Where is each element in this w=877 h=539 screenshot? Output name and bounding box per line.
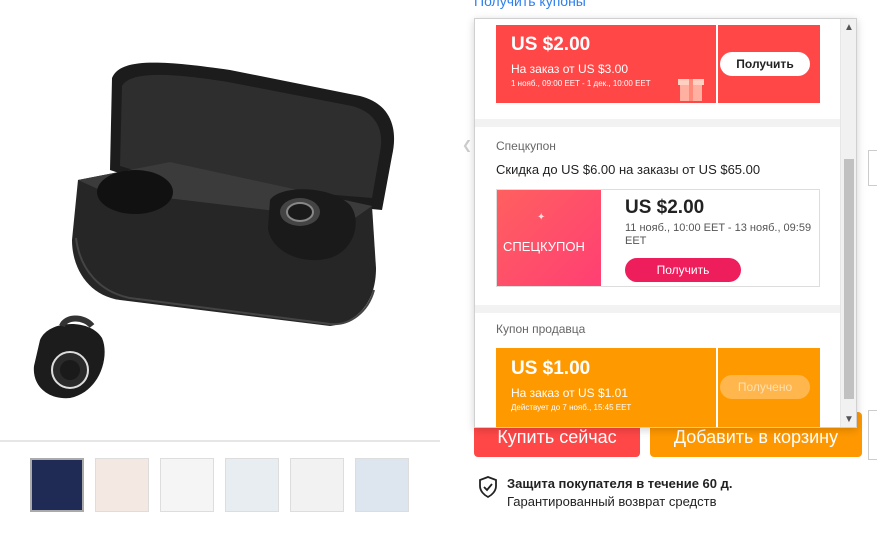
- section-separator: [475, 305, 841, 313]
- seller-coupon-amount: US $1.00: [511, 358, 591, 379]
- gallery-divider: [0, 440, 440, 442]
- scroll-down-icon[interactable]: ▼: [841, 413, 856, 427]
- product-main-image[interactable]: [0, 0, 440, 440]
- coupon-amount: US $2.00: [511, 34, 591, 55]
- thumbnail[interactable]: [290, 458, 344, 512]
- get-special-coupon-button[interactable]: Получить: [625, 258, 741, 282]
- special-coupon-amount: US $2.00: [625, 197, 705, 218]
- get-coupon-button[interactable]: Получить: [720, 52, 810, 76]
- coupons-popup: US $2.00 На заказ от US $3.00 1 нояб., 0…: [474, 18, 857, 428]
- thumbnail[interactable]: [30, 458, 84, 512]
- partial-control[interactable]: [868, 150, 877, 186]
- thumbnail[interactable]: [355, 458, 409, 512]
- thumbnail-strip: [30, 458, 409, 512]
- seller-coupon-info: US $1.00 На заказ от US $1.01 Действует …: [496, 348, 716, 427]
- special-badge: ✦ СПЕЦКУПОН: [497, 190, 601, 286]
- seller-coupon-action: Получено: [718, 348, 820, 427]
- buyer-protection: Защита покупателя в течение 60 д. Гарант…: [478, 476, 732, 509]
- seller-coupon-validity: Действует до 7 нояб., 15:45 EET: [511, 403, 632, 412]
- scroll-thumb[interactable]: [844, 159, 854, 399]
- special-badge-label: СПЕЦКУПОН: [503, 239, 585, 254]
- special-coupon-dates: 11 нояб., 10:00 EET - 13 нояб., 09:59 EE…: [625, 222, 812, 247]
- special-coupon-info: US $2.00 11 нояб., 10:00 EET - 13 нояб.,…: [625, 197, 815, 248]
- special-coupon-description: Скидка до US $6.00 на заказы от US $65.0…: [496, 162, 761, 177]
- protection-title: Защита покупателя в течение 60 д.: [507, 476, 733, 491]
- received-button: Получено: [720, 375, 810, 399]
- seller-coupon-condition: На заказ от US $1.01: [511, 386, 629, 400]
- gift-icon: [678, 79, 704, 101]
- thumbnail[interactable]: [160, 458, 214, 512]
- special-coupon-label: Спецкупон: [496, 139, 556, 153]
- seller-coupon-card: US $1.00 На заказ от US $1.01 Действует …: [496, 348, 820, 427]
- protection-subtitle: Гарантированный возврат средств: [507, 494, 717, 509]
- thumbnail[interactable]: [225, 458, 279, 512]
- chevron-icon: ❮: [462, 138, 473, 152]
- section-separator: [475, 119, 841, 127]
- sparkle-icon: ✦: [537, 212, 546, 223]
- get-coupons-link[interactable]: Получить купоны: [474, 0, 586, 9]
- coupon-card: US $2.00 На заказ от US $3.00 1 нояб., 0…: [496, 25, 820, 103]
- shield-check-icon: [479, 476, 497, 498]
- partial-control[interactable]: [868, 410, 877, 460]
- scroll-up-icon[interactable]: ▲: [841, 21, 856, 35]
- seller-coupon-label: Купон продавца: [496, 322, 586, 336]
- thumbnail[interactable]: [95, 458, 149, 512]
- earbuds-case-illustration: [33, 62, 395, 399]
- special-coupon-card: ✦ СПЕЦКУПОН US $2.00 11 нояб., 10:00 EET…: [496, 189, 820, 287]
- popup-scrollbar[interactable]: ▲ ▼: [840, 19, 856, 427]
- coupon-info: US $2.00 На заказ от US $3.00 1 нояб., 0…: [496, 25, 716, 103]
- coupon-action: Получить: [718, 25, 820, 103]
